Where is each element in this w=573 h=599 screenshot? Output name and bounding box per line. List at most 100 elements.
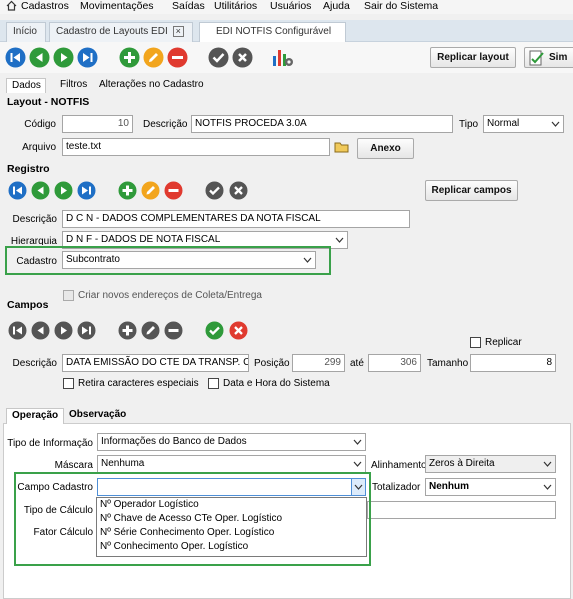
campos-confirm-icon[interactable] — [205, 321, 224, 340]
tipo-calculo-field[interactable] — [367, 501, 556, 519]
alinhamento-select[interactable]: Zeros à Direita — [425, 455, 556, 473]
codigo-input[interactable]: 10 — [62, 115, 133, 133]
registro-confirm-icon[interactable] — [205, 181, 224, 200]
hierarquia-label: Hierarquia — [10, 236, 57, 245]
campos-edit-icon[interactable] — [141, 321, 160, 340]
main-toolbar: Replicar layout Sim — [0, 42, 573, 73]
tab-alteracoes[interactable]: Alterações no Cadastro — [94, 78, 209, 93]
mascara-value: Nenhuma — [101, 458, 145, 469]
chevron-down-icon — [543, 461, 552, 467]
arquivo-input[interactable]: teste.txt — [62, 138, 330, 156]
menu-sair[interactable]: Sair do Sistema — [364, 0, 438, 14]
sim-label: Sim — [549, 52, 568, 63]
cancel-icon[interactable] — [232, 47, 253, 68]
registro-last-icon[interactable] — [77, 181, 96, 200]
first-record-icon[interactable] — [5, 47, 26, 68]
home-icon[interactable] — [6, 0, 17, 11]
tab-cadastro-layouts-label: Cadastro de Layouts EDI — [56, 26, 168, 37]
tab-observacao[interactable]: Observação — [64, 408, 131, 423]
campo-descricao-label: Descrição — [12, 358, 57, 369]
campos-section-title: Campos — [7, 299, 49, 311]
retira-checkbox[interactable] — [63, 378, 74, 389]
layout-section-title: Layout - NOTFIS — [7, 96, 90, 108]
alinhamento-label: Alinhamento — [371, 460, 427, 471]
tab-filtros[interactable]: Filtros — [55, 78, 92, 93]
menu-movimentacoes[interactable]: Movimentações — [80, 0, 154, 14]
close-icon[interactable]: × — [172, 26, 184, 37]
tipo-value: Normal — [487, 118, 520, 129]
menu-bar: Cadastros Movimentações Saídas Utilitári… — [0, 0, 573, 14]
next-record-icon[interactable] — [53, 47, 74, 68]
campos-cancel-icon[interactable] — [229, 321, 248, 340]
folder-icon[interactable] — [334, 140, 350, 154]
registro-add-icon[interactable] — [118, 181, 137, 200]
ate-label: até — [350, 358, 364, 369]
mascara-select[interactable]: Nenhuma — [97, 455, 366, 473]
descricao-layout-label: Descrição — [143, 119, 188, 130]
registro-section-title: Registro — [7, 163, 50, 175]
campos-previous-icon[interactable] — [31, 321, 50, 340]
anexo-button[interactable]: Anexo — [357, 138, 414, 159]
tipo-select[interactable]: Normal — [483, 115, 564, 133]
alinhamento-value: Zeros à Direita — [429, 458, 495, 469]
tab-cadastro-layouts[interactable]: Cadastro de Layouts EDI × — [49, 22, 193, 42]
registro-first-icon[interactable] — [8, 181, 27, 200]
criar-enderecos-checkbox[interactable] — [63, 290, 74, 301]
menu-cadastros[interactable]: Cadastros — [21, 0, 69, 14]
registro-descricao-label: Descrição — [12, 214, 57, 225]
report-settings-icon[interactable] — [271, 46, 295, 68]
ate-input[interactable]: 306 — [368, 354, 421, 372]
menu-utilitarios[interactable]: Utilitários — [214, 0, 257, 14]
codigo-label: Código — [24, 119, 56, 130]
registro-descricao-input[interactable]: D C N - DADOS COMPLEMENTARES DA NOTA FIS… — [62, 210, 410, 228]
tab-dados[interactable]: Dados — [6, 78, 46, 93]
tab-inicio[interactable]: Início — [6, 22, 46, 42]
replicar-label: Replicar — [485, 337, 522, 348]
data-hora-checkbox[interactable] — [208, 378, 219, 389]
menu-ajuda[interactable]: Ajuda — [323, 0, 350, 14]
tab-edi-notfis-label: EDI NOTFIS Configurável — [216, 26, 332, 37]
totalizador-select[interactable]: Nenhum — [425, 478, 556, 496]
delete-icon[interactable] — [167, 47, 188, 68]
criar-enderecos-label: Criar novos endereços de Coleta/Entrega — [78, 290, 262, 301]
sim-button[interactable]: Sim — [524, 47, 573, 68]
campos-add-icon[interactable] — [118, 321, 137, 340]
menu-saidas[interactable]: Saídas — [172, 0, 205, 14]
registro-previous-icon[interactable] — [31, 181, 50, 200]
replicar-layout-button[interactable]: Replicar layout — [430, 47, 516, 68]
edit-icon[interactable] — [143, 47, 164, 68]
chevron-down-icon — [353, 439, 362, 445]
menu-usuarios[interactable]: Usuários — [270, 0, 311, 14]
registro-edit-icon[interactable] — [141, 181, 160, 200]
mascara-label: Máscara — [54, 460, 93, 471]
chevron-down-icon — [335, 237, 344, 243]
tipo-info-label: Tipo de Informação — [7, 438, 93, 449]
campos-delete-icon[interactable] — [164, 321, 183, 340]
descricao-layout-input[interactable]: NOTFIS PROCEDA 3.0A — [191, 115, 453, 133]
campos-first-icon[interactable] — [8, 321, 27, 340]
data-hora-label: Data e Hora do Sistema — [223, 378, 330, 389]
arquivo-label: Arquivo — [22, 142, 56, 153]
hierarquia-value: D N F - DADOS DE NOTA FISCAL — [66, 234, 221, 245]
campos-last-icon[interactable] — [77, 321, 96, 340]
confirm-icon[interactable] — [208, 47, 229, 68]
tipo-info-value: Informações do Banco de Dados — [101, 436, 247, 447]
document-tabs: Início Cadastro de Layouts EDI × EDI NOTF… — [0, 20, 573, 42]
previous-record-icon[interactable] — [29, 47, 50, 68]
campo-descricao-input[interactable]: DATA EMISSÃO DO CTE DA TRANSP. CON — [62, 354, 249, 372]
tab-edi-notfis[interactable]: EDI NOTFIS Configurável — [199, 22, 346, 42]
add-icon[interactable] — [119, 47, 140, 68]
campos-next-icon[interactable] — [54, 321, 73, 340]
registro-cancel-icon[interactable] — [229, 181, 248, 200]
replicar-campos-button[interactable]: Replicar campos — [425, 180, 518, 201]
tab-operacao[interactable]: Operação — [6, 408, 65, 424]
replicar-checkbox[interactable] — [470, 337, 481, 348]
totalizador-value: Nenhum — [429, 481, 469, 492]
document-check-icon — [529, 50, 544, 66]
tipo-info-select[interactable]: Informações do Banco de Dados — [97, 433, 366, 451]
posicao-input[interactable]: 299 — [292, 354, 345, 372]
tamanho-input[interactable]: 8 — [470, 354, 556, 372]
registro-delete-icon[interactable] — [164, 181, 183, 200]
registro-next-icon[interactable] — [54, 181, 73, 200]
last-record-icon[interactable] — [77, 47, 98, 68]
